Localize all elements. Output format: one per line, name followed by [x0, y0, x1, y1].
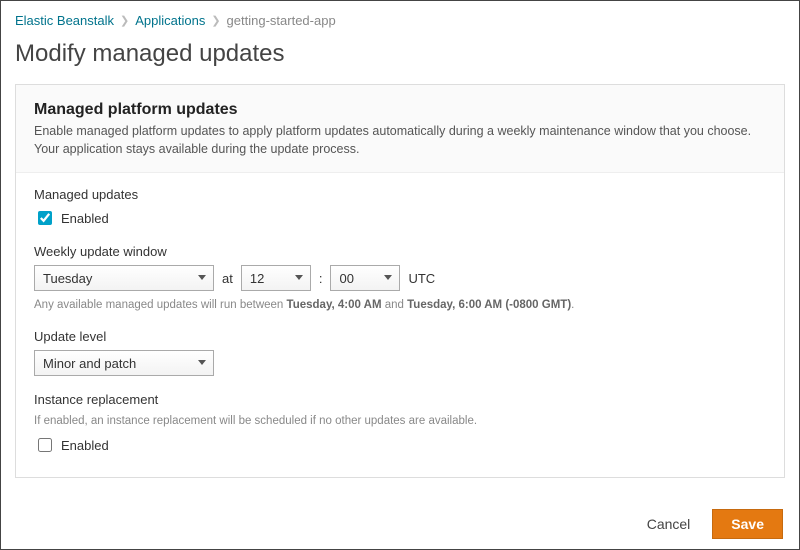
settings-panel: Managed platform updates Enable managed … — [15, 84, 785, 478]
instance-replacement-checkbox[interactable] — [38, 438, 52, 452]
instance-replacement-checkbox-label: Enabled — [61, 438, 109, 453]
day-select[interactable]: Tuesday — [34, 265, 214, 291]
weekly-window-label: Weekly update window — [34, 244, 766, 259]
update-level-label: Update level — [34, 329, 766, 344]
minute-select[interactable]: 00 — [330, 265, 400, 291]
panel-heading: Managed platform updates — [34, 101, 766, 119]
breadcrumb: Elastic Beanstalk ❯ Applications ❯ getti… — [15, 13, 785, 28]
breadcrumb-applications[interactable]: Applications — [135, 13, 205, 28]
breadcrumb-current: getting-started-app — [227, 13, 336, 28]
update-level-group: Update level Minor and patch — [34, 329, 766, 376]
weekly-window-hint: Any available managed updates will run b… — [34, 297, 766, 313]
breadcrumb-root[interactable]: Elastic Beanstalk — [15, 13, 114, 28]
chevron-right-icon: ❯ — [120, 14, 129, 27]
update-level-select[interactable]: Minor and patch — [34, 350, 214, 376]
instance-replacement-checkbox-row[interactable]: Enabled — [34, 435, 766, 455]
panel-description: Enable managed platform updates to apply… — [34, 123, 766, 158]
instance-replacement-label: Instance replacement — [34, 392, 766, 407]
at-text: at — [222, 271, 233, 286]
colon-text: : — [319, 271, 323, 286]
page-title: Modify managed updates — [15, 40, 785, 68]
tz-text: UTC — [408, 271, 435, 286]
save-button[interactable]: Save — [712, 509, 783, 539]
chevron-right-icon: ❯ — [211, 14, 220, 27]
cancel-button[interactable]: Cancel — [637, 510, 701, 538]
instance-replacement-group: Instance replacement If enabled, an inst… — [34, 392, 766, 455]
instance-replacement-hint: If enabled, an instance replacement will… — [34, 413, 766, 429]
managed-updates-checkbox-label: Enabled — [61, 211, 109, 226]
hour-select[interactable]: 12 — [241, 265, 311, 291]
managed-updates-label: Managed updates — [34, 187, 766, 202]
footer: Cancel Save — [1, 499, 799, 549]
managed-updates-checkbox[interactable] — [38, 211, 52, 225]
weekly-window-group: Weekly update window Tuesday at 12 : — [34, 244, 766, 313]
managed-updates-group: Managed updates Enabled — [34, 187, 766, 228]
managed-updates-checkbox-row[interactable]: Enabled — [34, 208, 766, 228]
